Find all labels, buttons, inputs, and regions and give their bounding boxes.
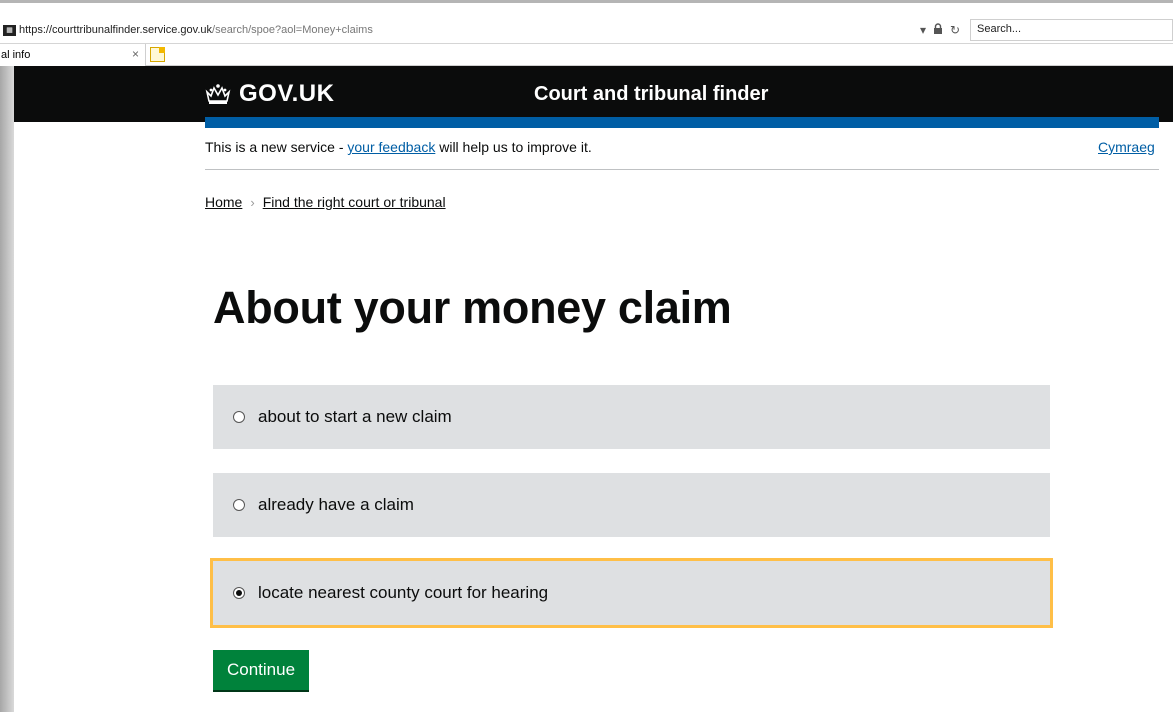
service-name[interactable]: Court and tribunal finder bbox=[534, 83, 768, 106]
browser-window: ▦ https://courttribunalfinder.service.go… bbox=[0, 0, 1173, 712]
option-new-claim[interactable]: about to start a new claim bbox=[213, 385, 1050, 449]
breadcrumb-home[interactable]: Home bbox=[205, 194, 242, 210]
phase-divider bbox=[205, 169, 1159, 170]
feedback-link[interactable]: your feedback bbox=[347, 139, 435, 155]
refresh-icon[interactable]: ↻ bbox=[950, 23, 960, 37]
breadcrumb-find-court[interactable]: Find the right court or tribunal bbox=[263, 194, 446, 210]
url-path: /search/spoe?aol=Money+claims bbox=[212, 24, 373, 36]
page-title: About your money claim bbox=[213, 282, 732, 333]
continue-button[interactable]: Continue bbox=[213, 650, 310, 690]
header-accent-bar bbox=[205, 117, 1159, 128]
address-bar-actions: ▾ ↻ bbox=[920, 20, 960, 40]
option-label: locate nearest county court for hearing bbox=[258, 583, 549, 602]
tab-title: al info bbox=[1, 49, 31, 61]
radio-button[interactable] bbox=[233, 411, 245, 423]
option-label: about to start a new claim bbox=[258, 407, 452, 426]
radio-button[interactable] bbox=[233, 499, 245, 511]
option-existing-claim[interactable]: already have a claim bbox=[213, 473, 1050, 537]
govuk-header: GOV.UK Court and tribunal finder bbox=[14, 66, 1173, 122]
govuk-logo[interactable]: GOV.UK bbox=[205, 80, 334, 108]
logo-text: GOV.UK bbox=[239, 80, 335, 107]
crown-icon bbox=[205, 83, 231, 105]
phase-banner: This is a new service - your feedback wi… bbox=[205, 139, 592, 155]
browser-tab[interactable]: al info × bbox=[0, 44, 146, 66]
breadcrumb-separator-icon: › bbox=[250, 194, 255, 210]
breadcrumb: Home › Find the right court or tribunal bbox=[205, 194, 446, 210]
option-label: already have a claim bbox=[258, 495, 414, 514]
dropdown-arrow-icon[interactable]: ▾ bbox=[920, 23, 926, 37]
phase-text-prefix: This is a new service - bbox=[205, 139, 348, 155]
left-shadow bbox=[0, 66, 14, 712]
browser-search-box[interactable]: Search... bbox=[970, 19, 1173, 41]
url-host: https://courttribunalfinder.service.gov.… bbox=[19, 24, 213, 36]
welsh-language-link[interactable]: Cymraeg bbox=[1098, 139, 1155, 155]
new-tab-icon[interactable] bbox=[150, 47, 165, 62]
option-locate-court[interactable]: locate nearest county court for hearing bbox=[210, 558, 1053, 628]
url-field[interactable]: ▦ https://courttribunalfinder.service.go… bbox=[0, 20, 970, 40]
tab-strip bbox=[0, 44, 1173, 66]
site-favicon-icon: ▦ bbox=[3, 24, 16, 36]
window-top-edge bbox=[0, 0, 1173, 3]
tab-close-icon[interactable]: × bbox=[132, 47, 139, 61]
phase-text-suffix: will help us to improve it. bbox=[435, 139, 592, 155]
radio-button-selected[interactable] bbox=[233, 587, 245, 599]
lock-icon[interactable] bbox=[933, 23, 943, 37]
